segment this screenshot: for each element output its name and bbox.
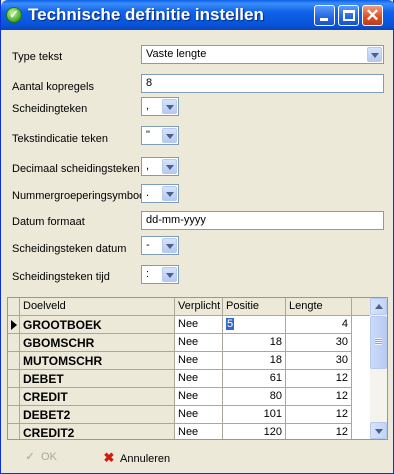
- chevron-down-icon[interactable]: [162, 267, 177, 282]
- window-title: Technische definitie instellen: [28, 5, 264, 24]
- annuleren-label: Annuleren: [120, 453, 171, 465]
- tekstindicatie-value: ": [146, 129, 150, 141]
- cell-doelveld[interactable]: GBOMSCHR: [20, 334, 175, 352]
- cell-lengte[interactable]: 30: [286, 352, 352, 370]
- type-tekst-select[interactable]: Vaste lengte: [141, 45, 384, 64]
- row-indicator[interactable]: [8, 334, 20, 352]
- minimize-button[interactable]: [314, 5, 335, 26]
- cell-positie[interactable]: 18: [223, 334, 286, 352]
- aantal-kopregels-input[interactable]: 8: [141, 74, 384, 93]
- column-header-lengte[interactable]: Lengte: [286, 298, 352, 316]
- scheidingsteken-tijd-label: Scheidingsteken tijd: [12, 271, 110, 283]
- scheidingsteken-datum-value: -: [146, 239, 150, 251]
- cell-doelveld[interactable]: DEBET2: [20, 406, 175, 424]
- title-bar[interactable]: ✓ Technische definitie instellen ✕: [1, 0, 394, 30]
- scheidingsteken-datum-select[interactable]: -: [141, 236, 179, 255]
- decimaal-value: ,: [146, 160, 150, 172]
- check-circle-icon: ✓: [6, 7, 22, 23]
- cell-verplicht[interactable]: Nee: [175, 424, 223, 439]
- cell-verplicht[interactable]: Nee: [175, 406, 223, 424]
- chevron-down-icon[interactable]: [162, 128, 177, 143]
- ok-label: OK: [41, 451, 57, 463]
- scheidingsteken-tijd-select[interactable]: :: [141, 265, 179, 284]
- cell-doelveld[interactable]: CREDIT: [20, 388, 175, 406]
- chevron-down-icon[interactable]: [162, 159, 177, 174]
- column-header-doelveld[interactable]: Doelveld: [20, 298, 175, 316]
- scroll-up-icon[interactable]: [370, 298, 387, 315]
- row-indicator-header: [8, 298, 20, 316]
- nummergroepering-label: Nummergroeperingsymbool: [12, 190, 148, 202]
- ok-button[interactable]: ✓ OK: [17, 446, 63, 468]
- tekstindicatie-label: Tekstindicatie teken: [12, 133, 108, 145]
- selected-text: 5: [226, 318, 235, 330]
- aantal-kopregels-label: Aantal kopregels: [12, 81, 94, 93]
- chevron-down-icon[interactable]: [162, 99, 177, 114]
- chevron-down-icon[interactable]: [162, 186, 177, 201]
- cell-verplicht[interactable]: Nee: [175, 334, 223, 352]
- cell-positie-editing[interactable]: 5: [223, 316, 286, 334]
- row-indicator[interactable]: [8, 406, 20, 424]
- header-filler: [352, 298, 372, 316]
- type-tekst-label: Type tekst: [12, 51, 63, 63]
- cell-positie[interactable]: 120: [223, 424, 286, 439]
- cell-doelveld[interactable]: CREDIT2: [20, 424, 175, 439]
- dialog-window: ✓ Technische definitie instellen ✕ Type …: [0, 0, 394, 474]
- chevron-down-icon[interactable]: [162, 238, 177, 253]
- cell-doelveld[interactable]: MUTOMSCHR: [20, 352, 175, 370]
- nummergroepering-select[interactable]: .: [141, 184, 179, 203]
- row-indicator[interactable]: [8, 370, 20, 388]
- cell-positie[interactable]: 80: [223, 388, 286, 406]
- cell-verplicht[interactable]: Nee: [175, 370, 223, 388]
- cell-lengte[interactable]: 12: [286, 370, 352, 388]
- cell-lengte[interactable]: 12: [286, 424, 352, 439]
- close-icon: ✕: [365, 6, 380, 25]
- scheidingsteken-tijd-value: :: [146, 268, 150, 280]
- type-tekst-value: Vaste lengte: [146, 48, 207, 60]
- nummergroepering-value: .: [146, 187, 150, 199]
- cell-lengte[interactable]: 4: [286, 316, 352, 334]
- cell-doelveld[interactable]: DEBET: [20, 370, 175, 388]
- decimaal-label: Decimaal scheidingsteken: [12, 163, 140, 175]
- cell-verplicht[interactable]: Nee: [175, 316, 223, 334]
- datum-formaat-label: Datum formaat: [12, 216, 85, 228]
- scheidingsteken-label: Scheidingteken: [12, 103, 88, 115]
- scheidingsteken-select[interactable]: ,: [141, 97, 179, 116]
- cell-positie[interactable]: 101: [223, 406, 286, 424]
- current-row-indicator: [8, 316, 20, 334]
- column-header-positie[interactable]: Positie: [223, 298, 286, 316]
- tekstindicatie-select[interactable]: ": [141, 126, 179, 145]
- cell-lengte[interactable]: 12: [286, 388, 352, 406]
- cell-lengte[interactable]: 12: [286, 406, 352, 424]
- scheidingsteken-value: ,: [146, 100, 150, 112]
- column-header-verplicht[interactable]: Verplicht: [175, 298, 223, 316]
- row-indicator[interactable]: [8, 388, 20, 406]
- chevron-down-icon[interactable]: [367, 47, 382, 62]
- field-mapping-grid[interactable]: Doelveld Verplicht Positie Lengte GROOTB…: [7, 297, 388, 440]
- cell-verplicht[interactable]: Nee: [175, 388, 223, 406]
- cell-doelveld[interactable]: GROOTBOEK: [20, 316, 175, 334]
- row-indicator[interactable]: [8, 424, 20, 439]
- x-cross-icon: ✖: [103, 450, 115, 465]
- close-button[interactable]: ✕: [362, 5, 383, 26]
- dialog-content: Type tekst Vaste lengte Aantal kopregels…: [5, 30, 391, 470]
- minimize-icon: [320, 18, 328, 21]
- cell-verplicht[interactable]: Nee: [175, 352, 223, 370]
- scroll-down-icon[interactable]: [370, 422, 387, 439]
- grid-vertical-scrollbar[interactable]: [370, 298, 387, 439]
- cell-lengte[interactable]: 30: [286, 334, 352, 352]
- scroll-thumb[interactable]: [370, 316, 387, 369]
- maximize-button[interactable]: [338, 5, 359, 26]
- decimaal-select[interactable]: ,: [141, 157, 179, 176]
- maximize-icon: [343, 10, 355, 21]
- scheidingsteken-datum-label: Scheidingsteken datum: [12, 243, 127, 255]
- row-indicator[interactable]: [8, 352, 20, 370]
- cell-positie[interactable]: 61: [223, 370, 286, 388]
- annuleren-button[interactable]: ✖ Annuleren: [96, 446, 176, 468]
- cell-positie[interactable]: 18: [223, 352, 286, 370]
- check-icon: ✓: [25, 451, 35, 463]
- datum-formaat-input[interactable]: dd-mm-yyyy: [141, 211, 384, 230]
